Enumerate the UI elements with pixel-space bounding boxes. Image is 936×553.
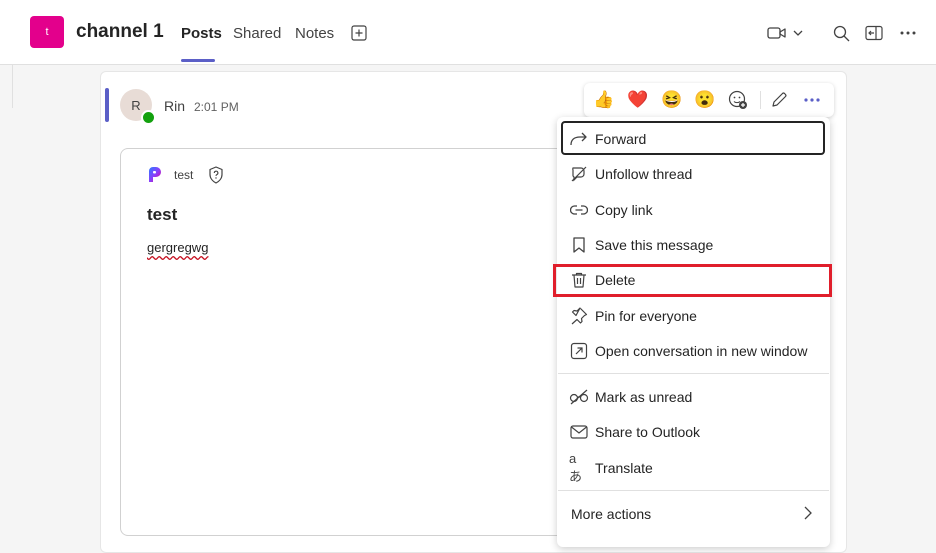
laugh-reaction-icon[interactable]: 😆: [661, 89, 683, 111]
menu-item-label: Mark as unread: [595, 388, 693, 405]
app-logo-icon: [146, 166, 164, 184]
search-icon[interactable]: [832, 24, 850, 42]
menu-item-label: Share to Outlook: [595, 423, 701, 440]
menu-divider: [558, 373, 829, 374]
more-actions-icon[interactable]: [801, 89, 823, 111]
menu-item-open-new-window[interactable]: Open conversation in new window: [558, 334, 829, 367]
menu-item-label: Translate: [595, 459, 653, 476]
menu-item-label: Pin for everyone: [595, 307, 697, 324]
menu-item-more-actions[interactable]: More actions: [558, 497, 829, 530]
left-rail-edge: [0, 64, 13, 108]
edit-pencil-icon[interactable]: [768, 89, 790, 111]
reaction-bar: 👍 ❤️ 😆 😮: [584, 83, 834, 117]
highlight-annotation: [553, 264, 832, 297]
unread-icon: [569, 387, 589, 407]
app-name: test: [174, 168, 194, 182]
chevron-right-icon: [802, 505, 814, 526]
add-reaction-icon[interactable]: [727, 89, 749, 111]
menu-item-label: More actions: [571, 505, 652, 522]
bookmark-icon: [569, 235, 589, 255]
surprised-reaction-icon[interactable]: 😮: [694, 89, 716, 111]
menu-item-share-outlook[interactable]: Share to Outlook: [558, 415, 829, 448]
more-options-icon[interactable]: [899, 24, 917, 42]
keyboard-focus-ring: [561, 121, 825, 155]
message-title: test: [147, 205, 178, 224]
menu-item-translate[interactable]: aあ Translate: [558, 451, 829, 484]
tab-shared[interactable]: Shared: [233, 25, 281, 42]
video-call-icon[interactable]: [767, 24, 787, 42]
menu-divider: [558, 490, 829, 491]
channel-title: channel 1: [76, 21, 164, 42]
translate-icon: aあ: [569, 450, 583, 484]
tab-posts[interactable]: Posts: [181, 25, 222, 42]
side-panel-icon[interactable]: [865, 24, 883, 42]
author-name[interactable]: Rin: [164, 98, 185, 114]
add-tab-icon[interactable]: [350, 24, 368, 42]
like-reaction-icon[interactable]: 👍: [593, 89, 615, 111]
tab-notes[interactable]: Notes: [295, 25, 334, 42]
pin-icon: [569, 306, 589, 326]
mail-icon: [569, 422, 589, 442]
menu-item-mark-unread[interactable]: Mark as unread: [558, 380, 829, 413]
presence-available-icon: [141, 110, 156, 125]
reaction-divider: [760, 91, 761, 109]
menu-item-label: Open conversation in new window: [595, 342, 808, 359]
menu-item-copy-link[interactable]: Copy link: [558, 193, 829, 226]
shield-question-icon[interactable]: [207, 166, 225, 184]
menu-item-label: Copy link: [595, 201, 653, 218]
chevron-down-icon[interactable]: [791, 26, 805, 40]
channel-header: t channel 1 Posts Shared Notes: [0, 0, 936, 65]
unfollow-icon: [569, 164, 589, 184]
heart-reaction-icon[interactable]: ❤️: [627, 89, 649, 111]
menu-item-label: Unfollow thread: [595, 165, 693, 182]
menu-item-unfollow-thread[interactable]: Unfollow thread: [558, 157, 829, 190]
menu-item-pin[interactable]: Pin for everyone: [558, 299, 829, 332]
pop-out-icon: [569, 341, 589, 361]
post-timestamp: 2:01 PM: [194, 100, 239, 114]
post-accent-bar: [105, 88, 109, 122]
team-avatar[interactable]: t: [30, 16, 64, 48]
active-tab-indicator: [181, 59, 215, 62]
link-icon: [569, 200, 589, 220]
message-body: gergregwg: [147, 240, 209, 255]
menu-item-save-message[interactable]: Save this message: [558, 228, 829, 261]
menu-item-label: Save this message: [595, 236, 714, 253]
